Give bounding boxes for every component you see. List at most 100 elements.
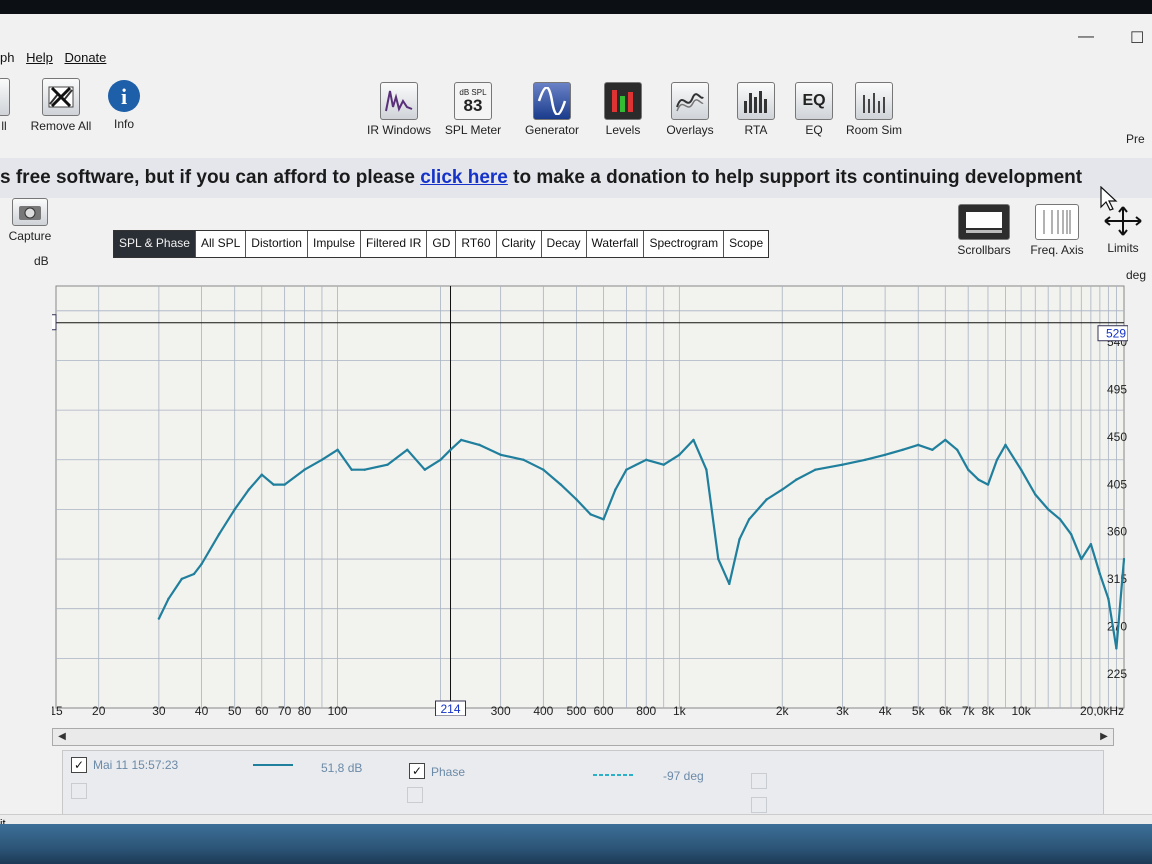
info-button[interactable]: i Info [104, 78, 144, 131]
overlays-button[interactable]: Overlays [658, 82, 722, 137]
min-phase-checkbox[interactable] [751, 773, 767, 789]
x-tick-label: 20,0kHz [1080, 704, 1124, 716]
x-tick-label: 80 [298, 704, 312, 716]
phase-checkbox[interactable]: ✓ [409, 763, 425, 779]
tab-spl-phase[interactable]: SPL & Phase [114, 231, 196, 257]
measurement-checkbox[interactable]: ✓ [71, 757, 87, 773]
screen-bezel [0, 0, 1152, 14]
cursor-y-readout-box [52, 314, 57, 331]
excess-phase-checkbox[interactable] [71, 783, 87, 799]
menu-bar: ph Help Donate [0, 50, 114, 70]
tab-gd[interactable]: GD [427, 231, 457, 257]
room-sim-button[interactable]: Room Sim [842, 82, 906, 137]
menu-help[interactable]: Help [26, 50, 53, 65]
preferences-partial-button[interactable]: Pre [1126, 132, 1152, 146]
y-tick-label-right: 225 [1107, 667, 1127, 681]
donate-link[interactable]: click here [420, 167, 508, 188]
scroll-left-arrow-icon[interactable]: ◀ [55, 729, 69, 745]
spl-smoothing-checkbox[interactable] [751, 797, 767, 813]
spl-meter-button[interactable]: dB SPL 83 SPL Meter [440, 82, 506, 137]
partial-icon [0, 78, 10, 116]
x-tick-label: 600 [594, 704, 614, 716]
menu-donate[interactable]: Donate [64, 50, 106, 65]
rta-icon [737, 82, 775, 120]
room-sim-icon [855, 82, 893, 120]
scrollbars-icon [958, 204, 1010, 240]
y-tick-label-right: 360 [1107, 525, 1127, 539]
graph-tabs: SPL & Phase All SPL Distortion Impulse Filte… [113, 230, 770, 258]
x-tick-label: 15 [52, 704, 63, 716]
spl-cursor-value: 51,8 dB [321, 761, 363, 775]
x-tick-label: 100 [328, 704, 348, 716]
phase-label[interactable]: Phase [431, 765, 465, 779]
levels-icon [604, 82, 642, 120]
tab-all-spl[interactable]: All SPL [196, 231, 247, 257]
tab-decay[interactable]: Decay [542, 231, 587, 257]
tab-rt60[interactable]: RT60 [456, 231, 497, 257]
generator-button[interactable]: Generator [518, 82, 586, 137]
x-tick-label: 60 [255, 704, 269, 716]
mouse-cursor-icon [1100, 186, 1118, 211]
cursor-x-readout: 214 [440, 702, 460, 716]
spl-phase-graph[interactable]: 15 20 30 40 50 60 70 80 100 300 400 500 600 800 1k 2k 3k… [52, 282, 1128, 716]
y-axis-unit-right: deg [1126, 268, 1147, 282]
remove-all-button[interactable]: Remove All [26, 78, 96, 133]
eq-button[interactable]: EQ EQ [792, 82, 836, 137]
measurement-name[interactable]: Mai 11 15:57:23 [93, 758, 178, 772]
tab-spectrogram[interactable]: Spectrogram [644, 231, 725, 257]
tab-impulse[interactable]: Impulse [308, 231, 362, 257]
y-tick-label-right: 315 [1107, 572, 1127, 586]
maximize-button[interactable]: ☐ [1130, 28, 1144, 48]
tab-filtered-ir[interactable]: Filtered IR [361, 231, 428, 257]
toolbar-partial-button[interactable]: ll [0, 78, 14, 133]
measurement-legend: ✓ Mai 11 15:57:23 51,8 dB ✓ Phase -97 de… [62, 750, 1104, 816]
scrollbars-button[interactable]: Scrollbars [950, 204, 1018, 257]
minimize-button[interactable]: — [1078, 28, 1094, 46]
y-tick-label-right: 405 [1107, 477, 1127, 491]
ir-windows-icon [380, 82, 418, 120]
x-tick-label: 1k [673, 704, 687, 716]
x-tick-label: 800 [636, 704, 656, 716]
x-tick-label: 2k [776, 704, 790, 716]
menu-graph[interactable]: ph [0, 50, 14, 65]
app-window: ph Help Donate — ☐ ll Remove All i Info … [0, 14, 1152, 835]
tab-distortion[interactable]: Distortion [246, 231, 308, 257]
x-tick-label: 20 [92, 704, 106, 716]
tab-clarity[interactable]: Clarity [497, 231, 542, 257]
scroll-right-arrow-icon[interactable]: ▶ [1097, 729, 1111, 745]
ir-windows-button[interactable]: IR Windows [362, 82, 436, 137]
overlays-icon [671, 82, 709, 120]
donation-banner: s free software, but if you can afford t… [0, 158, 1152, 198]
phase-cursor-value: -97 deg [663, 769, 704, 783]
x-tick-label: 5k [912, 704, 926, 716]
horizontal-scrollbar[interactable]: ◀ ▶ [52, 728, 1114, 746]
x-tick-label: 500 [566, 704, 586, 716]
camera-icon [12, 198, 48, 226]
spl-line-swatch [253, 764, 293, 766]
generator-icon [533, 82, 571, 120]
remove-all-icon [42, 78, 80, 116]
tab-scope[interactable]: Scope [724, 231, 768, 257]
spl-meter-icon: dB SPL 83 [454, 82, 492, 120]
cursor-right-readout: 529 [1106, 327, 1126, 341]
rta-button[interactable]: RTA [734, 82, 778, 137]
tab-waterfall[interactable]: Waterfall [587, 231, 645, 257]
x-tick-label: 8k [982, 704, 996, 716]
x-tick-label: 3k [836, 704, 850, 716]
x-tick-label: 7k [962, 704, 976, 716]
freq-axis-icon [1035, 204, 1079, 240]
info-icon: i [106, 78, 142, 114]
taskbar [0, 824, 1152, 864]
plot-area [55, 285, 1125, 709]
x-tick-label: 40 [195, 704, 209, 716]
x-tick-label: 30 [152, 704, 166, 716]
capture-button[interactable]: Capture [6, 198, 54, 243]
x-tick-label: 400 [533, 704, 553, 716]
freq-axis-button[interactable]: Freq. Axis [1024, 204, 1090, 257]
y-tick-label-right: 495 [1107, 382, 1127, 396]
svg-text:i: i [121, 84, 127, 109]
group-delay-checkbox[interactable] [407, 787, 423, 803]
y-axis-unit-left: dB [34, 254, 49, 268]
eq-icon: EQ [795, 82, 833, 120]
levels-button[interactable]: Levels [598, 82, 648, 137]
